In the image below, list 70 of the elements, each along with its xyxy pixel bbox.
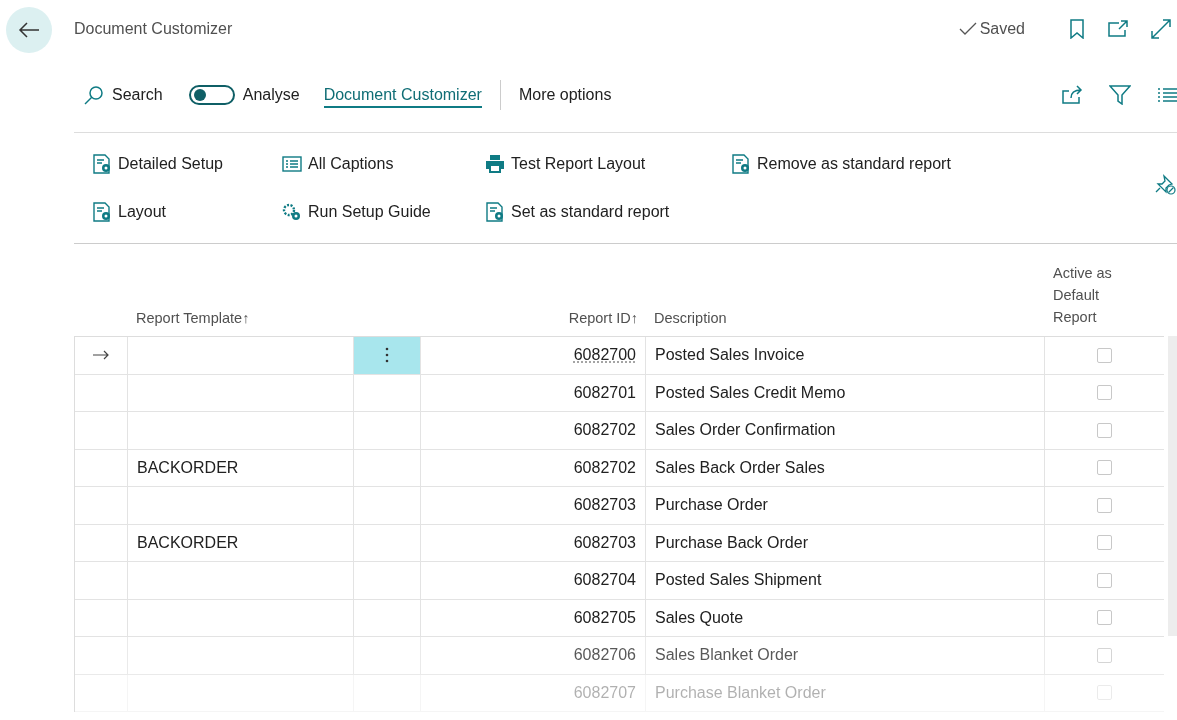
- table-cell: Purchase Back Order: [646, 524, 1045, 561]
- action-button[interactable]: Run Setup Guide: [282, 202, 431, 222]
- table-cell: Sales Order Confirmation: [646, 412, 1045, 449]
- column-header[interactable]: Description: [646, 310, 1045, 336]
- current-row-arrow-icon: [93, 350, 109, 361]
- pin-icon[interactable]: [1155, 174, 1177, 196]
- table-cell: 6082703: [421, 524, 646, 561]
- table-cell: BACKORDER: [128, 449, 354, 486]
- table-cell: 6082707: [421, 674, 646, 711]
- action-button[interactable]: Layout: [92, 202, 167, 222]
- column-header[interactable]: Report ID↑: [421, 310, 646, 336]
- printer-icon: [485, 154, 505, 174]
- search-icon: [84, 85, 104, 105]
- table-cell: BACKORDER: [128, 524, 354, 561]
- column-header[interactable]: Active as Default Report: [1045, 262, 1141, 336]
- table-cell: 6082700: [421, 337, 646, 374]
- document-icon: [92, 202, 112, 222]
- search-button[interactable]: Search: [84, 85, 163, 105]
- gears-icon: [282, 202, 302, 222]
- table-cell: Posted Sales Invoice: [646, 337, 1045, 374]
- table-cell: Purchase Blanket Order: [646, 674, 1045, 711]
- table-cell: 6082704: [421, 562, 646, 599]
- checkbox[interactable]: [1097, 422, 1112, 438]
- checkbox[interactable]: [1097, 347, 1112, 363]
- more-options-button[interactable]: More options: [518, 86, 612, 104]
- action-button[interactable]: Set as standard report: [485, 202, 670, 222]
- table-cell: Purchase Order: [646, 487, 1045, 524]
- saved-text: Saved: [979, 20, 1025, 38]
- action-button[interactable]: All Captions: [282, 154, 394, 174]
- back-arrow-icon: [18, 22, 40, 38]
- table-cell: 6082702: [421, 449, 646, 486]
- checkbox[interactable]: [1097, 610, 1112, 626]
- open-new-window-icon[interactable]: [1107, 20, 1129, 38]
- checkbox[interactable]: [1097, 385, 1112, 401]
- tab[interactable]: Document Customizer: [323, 82, 482, 108]
- table-cell: Sales Blanket Order: [646, 637, 1045, 674]
- page-title: Document Customizer: [74, 20, 234, 38]
- table-cell: 6082702: [421, 412, 646, 449]
- table-cell: 6082705: [421, 599, 646, 636]
- checkbox[interactable]: [1097, 572, 1112, 588]
- checkbox[interactable]: [1097, 647, 1112, 663]
- table-cell: 6082706: [421, 637, 646, 674]
- list-view-icon[interactable]: [1157, 87, 1177, 103]
- share-icon[interactable]: [1061, 85, 1083, 105]
- toggle-switch: [188, 85, 235, 105]
- list-icon: [282, 154, 302, 174]
- document-icon: [92, 154, 112, 174]
- document-icon: [731, 154, 751, 174]
- table-cell: 6082701: [421, 374, 646, 411]
- checkbox[interactable]: [1097, 460, 1112, 476]
- checkbox[interactable]: [1097, 535, 1112, 551]
- bookmark-icon[interactable]: [1069, 19, 1085, 39]
- check-icon: [958, 22, 977, 36]
- table-cell: Posted Sales Credit Memo: [646, 374, 1045, 411]
- back-button[interactable]: [6, 7, 52, 53]
- action-button[interactable]: Test Report Layout: [485, 154, 646, 174]
- table-cell: Posted Sales Shipment: [646, 562, 1045, 599]
- row-menu-cell[interactable]: [354, 337, 421, 374]
- action-button[interactable]: Remove as standard report: [731, 154, 951, 174]
- checkbox[interactable]: [1097, 497, 1112, 513]
- more-vertical-icon[interactable]: [385, 347, 389, 364]
- table-cell: Sales Back Order Sales: [646, 449, 1045, 486]
- analyse-toggle[interactable]: Analyse: [176, 85, 300, 105]
- table-cell: Sales Quote: [646, 599, 1045, 636]
- filter-icon[interactable]: [1109, 85, 1131, 105]
- table-cell: 6082703: [421, 487, 646, 524]
- document-icon: [485, 202, 505, 222]
- expand-icon[interactable]: [1151, 19, 1171, 39]
- action-button[interactable]: Detailed Setup: [92, 154, 223, 174]
- column-header[interactable]: Report Template↑: [128, 310, 354, 336]
